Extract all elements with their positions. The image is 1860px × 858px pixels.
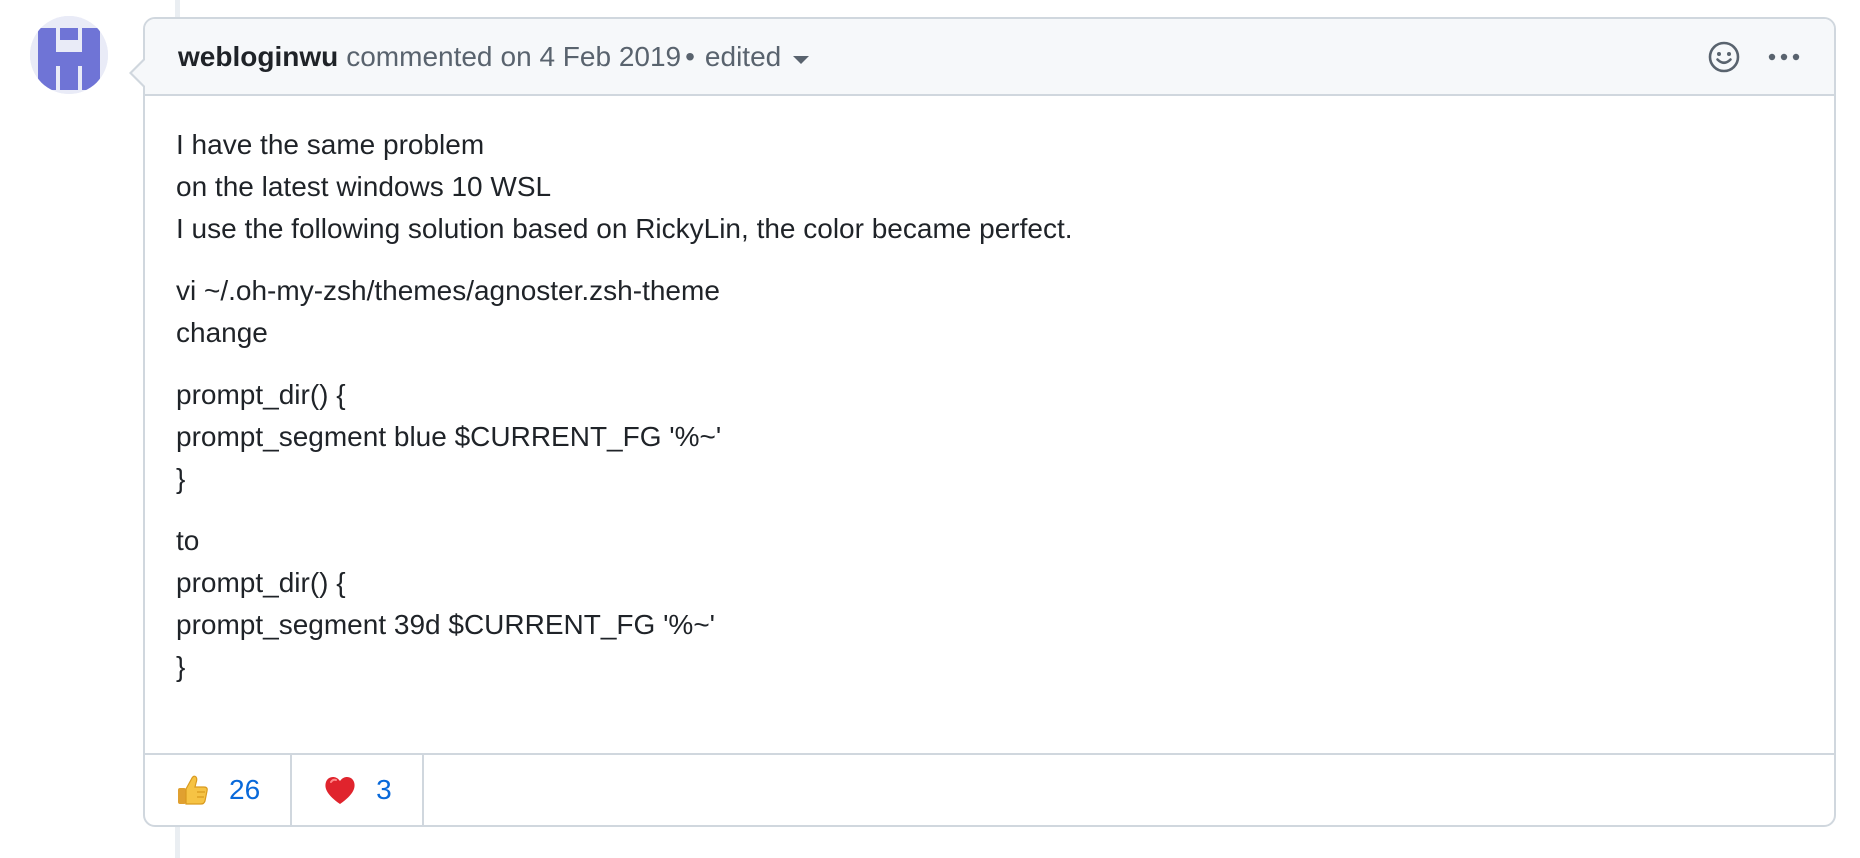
body-line: change (176, 317, 268, 348)
avatar[interactable] (30, 16, 108, 94)
body-line: prompt_dir() { (176, 379, 346, 410)
body-line: I have the same problem (176, 129, 485, 160)
body-paragraph: prompt_dir() { prompt_segment blue $CURR… (176, 374, 1801, 500)
comment-box: webloginwu commented on 4 Feb 2019 • edi… (129, 17, 1836, 827)
separator-dot: • (685, 40, 695, 72)
body-line: prompt_segment blue $CURRENT_FG '%~' (176, 421, 722, 452)
thumbs-up-icon (175, 772, 211, 808)
reaction-thumbs-up-button[interactable]: 26 (145, 755, 293, 825)
body-line: I use the following solution based on Ri… (176, 213, 1073, 244)
add-reaction-button[interactable] (1704, 37, 1744, 77)
body-line: } (176, 463, 186, 494)
body-line: prompt_segment 39d $CURRENT_FG '%~' (176, 609, 716, 640)
reaction-heart-button[interactable]: 3 (292, 755, 424, 825)
comment-body: I have the same problem on the latest wi… (145, 96, 1834, 682)
body-line: on the latest windows 10 WSL (176, 171, 552, 202)
body-line: vi ~/.oh-my-zsh/themes/agnoster.zsh-them… (176, 275, 720, 306)
edited-label[interactable]: edited (705, 41, 781, 73)
reactions-bar: 26 3 (145, 753, 1834, 825)
body-line: to (176, 525, 200, 556)
smiley-icon (1708, 41, 1740, 72)
chevron-down-icon[interactable] (793, 55, 810, 64)
comment-header: webloginwu commented on 4 Feb 2019 • edi… (145, 19, 1834, 96)
body-paragraph: to prompt_dir() { prompt_segment 39d $CU… (176, 520, 1801, 688)
kebab-horizontal-icon (1768, 53, 1800, 60)
identicon-icon (30, 16, 108, 94)
body-line: } (176, 651, 186, 682)
more-options-button[interactable] (1764, 37, 1804, 77)
body-paragraph: vi ~/.oh-my-zsh/themes/agnoster.zsh-them… (176, 270, 1801, 354)
reaction-count: 3 (376, 774, 392, 805)
body-line: prompt_dir() { (176, 567, 346, 598)
comment-date[interactable]: on 4 Feb 2019 (501, 41, 682, 73)
body-paragraph: I have the same problem on the latest wi… (176, 124, 1801, 250)
heart-icon (322, 772, 358, 808)
reaction-count: 26 (229, 774, 261, 805)
comment-author[interactable]: webloginwu (178, 41, 338, 73)
comment-action: commented (346, 40, 493, 72)
